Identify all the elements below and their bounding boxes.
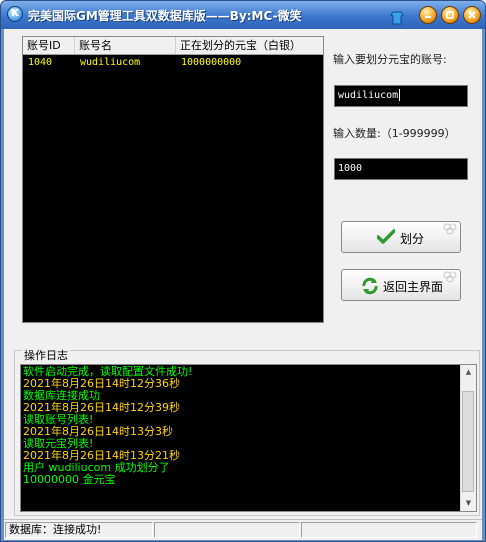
quantity-input-value: 1000 <box>338 163 363 174</box>
account-label: 输入要划分元宝的账号: <box>333 53 447 66</box>
scroll-thumb[interactable] <box>462 391 474 492</box>
scroll-up-arrow-icon[interactable]: ▲ <box>461 365 476 380</box>
column-header-amount[interactable]: 正在划分的元宝（白银） <box>176 37 323 54</box>
status-panel-2 <box>154 522 300 538</box>
row-id: 1040 <box>28 57 53 68</box>
log-scrollbar[interactable]: ▲ ▼ <box>460 365 476 511</box>
transfer-button[interactable]: 划分 <box>341 221 461 253</box>
minimize-icon[interactable] <box>419 6 437 24</box>
back-to-main-button[interactable]: 返回主界面 <box>341 269 461 301</box>
column-header-id[interactable]: 账号ID <box>23 37 75 54</box>
close-icon[interactable] <box>463 6 481 24</box>
log-title: 操作日志 <box>22 347 70 363</box>
account-list[interactable]: 账号ID 账号名 正在划分的元宝（白银） 1040 wudiliucom 100… <box>22 36 324 323</box>
row-amount: 1000000000 <box>181 57 242 68</box>
quantity-input[interactable]: 1000 <box>334 158 468 180</box>
transfer-button-label: 划分 <box>400 232 425 246</box>
checkmark-icon <box>376 229 396 248</box>
quantity-label: 输入数量:（1-999999） <box>333 127 456 140</box>
app-icon: K <box>7 6 23 22</box>
list-row[interactable]: 1040 wudiliucom 1000000000 <box>23 56 323 70</box>
back-button-label: 返回主界面 <box>383 280 444 294</box>
client-area: 账号ID 账号名 正在划分的元宝（白银） 1040 wudiliucom 100… <box>4 29 482 519</box>
scroll-down-arrow-icon[interactable]: ▼ <box>461 496 476 511</box>
window-title: 完美国际GM管理工具双数据库版——By:MC-微笑 <box>28 9 302 23</box>
clover-decoration-icon <box>442 271 458 286</box>
main-window: K 完美国际GM管理工具双数据库版——By:MC-微笑 账号ID 账号名 正在划… <box>0 0 486 542</box>
text-caret <box>399 89 401 101</box>
refresh-icon <box>361 277 379 298</box>
db-status-panel: 数据库：连接成功! <box>5 522 153 538</box>
account-input-value: wudiliucom <box>338 90 399 101</box>
account-input[interactable]: wudiliucom <box>334 85 468 107</box>
row-name: wudiliucom <box>80 57 141 68</box>
log-line: 10000000 金元宝 <box>23 473 116 486</box>
column-header-name[interactable]: 账号名 <box>75 37 176 54</box>
log-textarea[interactable]: 软件启动完成，读取配置文件成功! 2021年8月26日14时12分36秒 数据库… <box>20 364 477 512</box>
maximize-icon[interactable] <box>441 6 459 24</box>
list-header: 账号ID 账号名 正在划分的元宝（白银） <box>23 37 323 55</box>
skin-icon[interactable] <box>386 7 404 25</box>
status-bar: 数据库：连接成功! <box>4 519 482 540</box>
status-panel-3 <box>301 522 477 538</box>
title-bar[interactable]: K 完美国际GM管理工具双数据库版——By:MC-微笑 <box>1 1 485 29</box>
clover-decoration-icon <box>442 223 458 238</box>
